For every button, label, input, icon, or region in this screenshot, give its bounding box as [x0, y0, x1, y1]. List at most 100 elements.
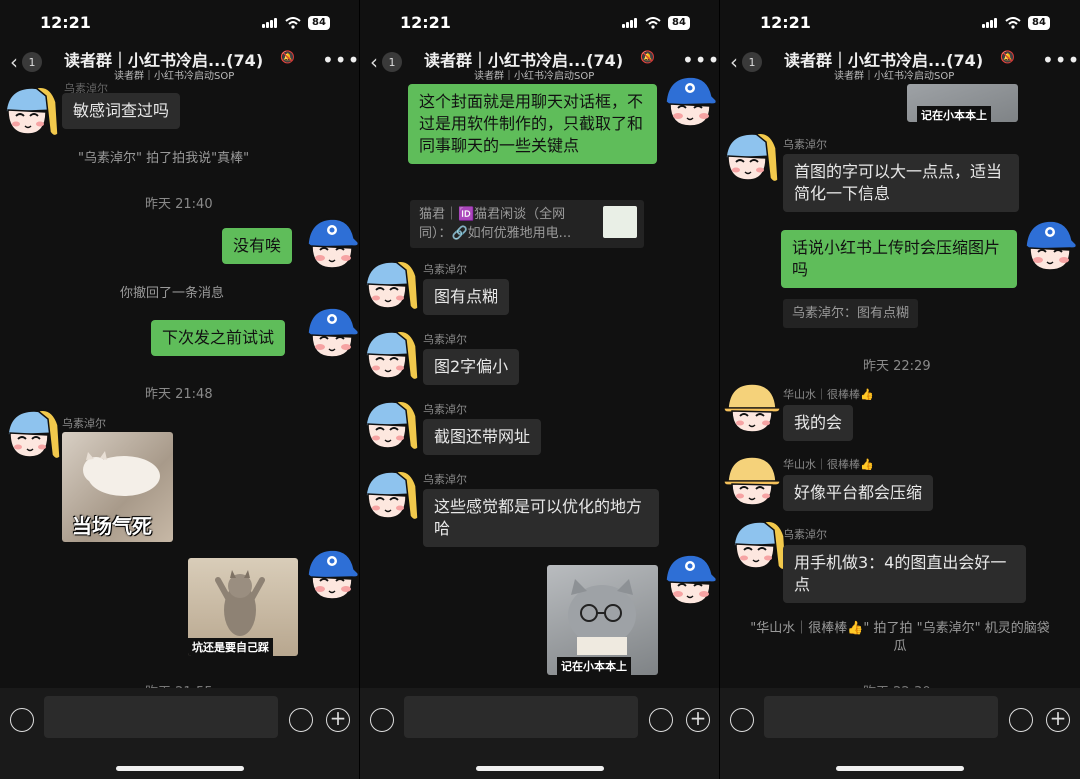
message-bubble-self[interactable]: 这个封面就是用聊天对话框，不过是用软件制作的，只截取了和同事聊天的一些关键点	[408, 84, 657, 164]
back-button[interactable]: ‹ 1	[730, 52, 762, 72]
system-message: 你撤回了一条消息	[120, 286, 225, 301]
timestamp: 昨天 22:29	[863, 359, 931, 374]
message-bubble-self[interactable]: 没有唉	[222, 228, 293, 264]
plus-icon[interactable]: +	[326, 708, 350, 732]
signal-icon	[982, 18, 998, 28]
voice-input-icon[interactable]	[10, 708, 34, 732]
emoji-icon[interactable]	[1009, 708, 1033, 732]
message-bubble[interactable]: 图有点糊	[423, 279, 510, 315]
avatar-self[interactable]	[656, 72, 718, 130]
avatar-self[interactable]	[298, 303, 360, 361]
avatar-self[interactable]	[656, 550, 718, 608]
image-caption: 记在小本本上	[917, 106, 991, 122]
back-button[interactable]: ‹ 1	[10, 52, 42, 72]
message-bubble[interactable]: 我的会	[783, 405, 854, 441]
avatar[interactable]	[360, 326, 422, 384]
message-bubble[interactable]: 截图还带网址	[423, 419, 542, 455]
image-caption: 记在小本本上	[557, 657, 631, 675]
system-message: "乌素淖尔" 拍了拍我说"真棒"	[78, 151, 250, 166]
message-input[interactable]	[764, 696, 998, 738]
status-time: 12:21	[40, 13, 91, 32]
image-caption: 当场气死	[72, 514, 152, 538]
avatar-self[interactable]	[298, 214, 360, 272]
avatar[interactable]	[728, 516, 790, 574]
message-bubble[interactable]: 敏感词查过吗	[62, 93, 181, 129]
sender-name: 乌素淖尔	[423, 473, 467, 486]
quoted-message[interactable]: 乌素淖尔：图有点糊	[783, 299, 919, 328]
home-indicator[interactable]	[116, 766, 244, 771]
avatar[interactable]	[720, 128, 782, 186]
more-options-button[interactable]: •••	[1042, 48, 1080, 72]
status-icons: 84	[262, 16, 330, 30]
avatar[interactable]	[720, 451, 782, 509]
voice-input-icon[interactable]	[370, 708, 394, 732]
image-message[interactable]: 当场气死	[62, 432, 173, 542]
sender-name: 乌素淖尔	[423, 263, 467, 276]
image-caption: 坑还是要自己踩	[188, 638, 273, 656]
status-icons: 84	[982, 16, 1050, 30]
avatar-self[interactable]	[298, 545, 360, 603]
message-input[interactable]	[44, 696, 278, 738]
back-button[interactable]: ‹ 1	[370, 52, 402, 72]
sender-name: 乌素淖尔	[423, 333, 467, 346]
avatar[interactable]	[720, 378, 782, 436]
voice-input-icon[interactable]	[730, 708, 754, 732]
avatar-self[interactable]	[1016, 216, 1078, 274]
status-time: 12:21	[400, 13, 451, 32]
chevron-left-icon: ‹	[10, 50, 18, 74]
emoji-icon[interactable]	[289, 708, 313, 732]
sender-name: 乌素淖尔	[423, 403, 467, 416]
signal-icon	[622, 18, 638, 28]
message-bubble-self[interactable]: 话说小红书上传时会压缩图片吗	[781, 230, 1017, 288]
home-indicator[interactable]	[476, 766, 604, 771]
bell-off-icon: 🔕	[640, 50, 655, 64]
more-options-button[interactable]: •••	[682, 48, 720, 72]
plus-icon[interactable]: +	[686, 708, 710, 732]
link-thumbnail	[603, 206, 637, 238]
emoji-icon[interactable]	[649, 708, 673, 732]
image-message-self[interactable]: 记在小本本上	[547, 565, 658, 675]
message-bubble[interactable]: 这些感觉都是可以优化的地方哈	[423, 489, 659, 547]
message-bubble[interactable]: 图2字偏小	[423, 349, 520, 385]
system-message: "华山水｜很棒棒👍" 拍了拍 "乌素淖尔" 机灵的脑袋瓜	[750, 621, 1050, 654]
plus-icon[interactable]: +	[1046, 708, 1070, 732]
avatar[interactable]	[2, 405, 64, 463]
message-input[interactable]	[404, 696, 638, 738]
chat-screen-1: 12:21 84 ‹ 1 读者群｜小红书冷启...(74) 🔕 读者群｜小红书冷…	[0, 0, 360, 779]
message-bubble[interactable]: 用手机做3：4的图直出会好一点	[783, 545, 1026, 603]
sender-name: 华山水｜很棒棒👍	[783, 458, 874, 471]
status-icons: 84	[622, 16, 690, 30]
avatar[interactable]	[360, 466, 422, 524]
sender-name: 乌素淖尔	[783, 138, 827, 151]
chevron-left-icon: ‹	[730, 50, 738, 74]
more-options-button[interactable]: •••	[322, 48, 360, 72]
image-message-self[interactable]: 坑还是要自己踩	[188, 558, 298, 656]
battery-indicator: 84	[668, 16, 690, 30]
chat-screen-3: 12:21 84 ‹ 1 读者群｜小红书冷启...(74) 🔕 读者群｜小红书冷…	[720, 0, 1080, 779]
bell-off-icon: 🔕	[1000, 50, 1015, 64]
wifi-icon	[1005, 17, 1021, 29]
battery-indicator: 84	[1028, 16, 1050, 30]
sender-name: 乌素淖尔	[62, 417, 106, 430]
message-bubble[interactable]: 好像平台都会压缩	[783, 475, 934, 511]
home-indicator[interactable]	[836, 766, 964, 771]
image-message-self[interactable]: 记在小本本上	[907, 84, 1018, 122]
message-bubble[interactable]: 首图的字可以大一点点，适当简化一下信息	[783, 154, 1019, 212]
unread-count-badge: 1	[22, 52, 42, 72]
sender-name: 华山水｜很棒棒👍	[783, 388, 874, 401]
status-time: 12:21	[760, 13, 811, 32]
avatar[interactable]	[0, 82, 62, 140]
unread-count-badge: 1	[382, 52, 402, 72]
chat-screen-2: 12:21 84 ‹ 1 读者群｜小红书冷启...(74) 🔕 读者群｜小红书冷…	[360, 0, 720, 779]
avatar[interactable]	[360, 256, 422, 314]
message-bubble-self[interactable]: 下次发之前试试	[151, 320, 286, 356]
unread-count-badge: 1	[742, 52, 762, 72]
wifi-icon	[645, 17, 661, 29]
timestamp: 昨天 21:40	[145, 197, 213, 212]
wifi-icon	[285, 17, 301, 29]
battery-indicator: 84	[308, 16, 330, 30]
chat-subtitle: 读者群｜小红书冷启动SOP	[114, 71, 235, 82]
chevron-left-icon: ‹	[370, 50, 378, 74]
chat-subtitle: 读者群｜小红书冷启动SOP	[474, 71, 595, 82]
avatar[interactable]	[360, 396, 422, 454]
